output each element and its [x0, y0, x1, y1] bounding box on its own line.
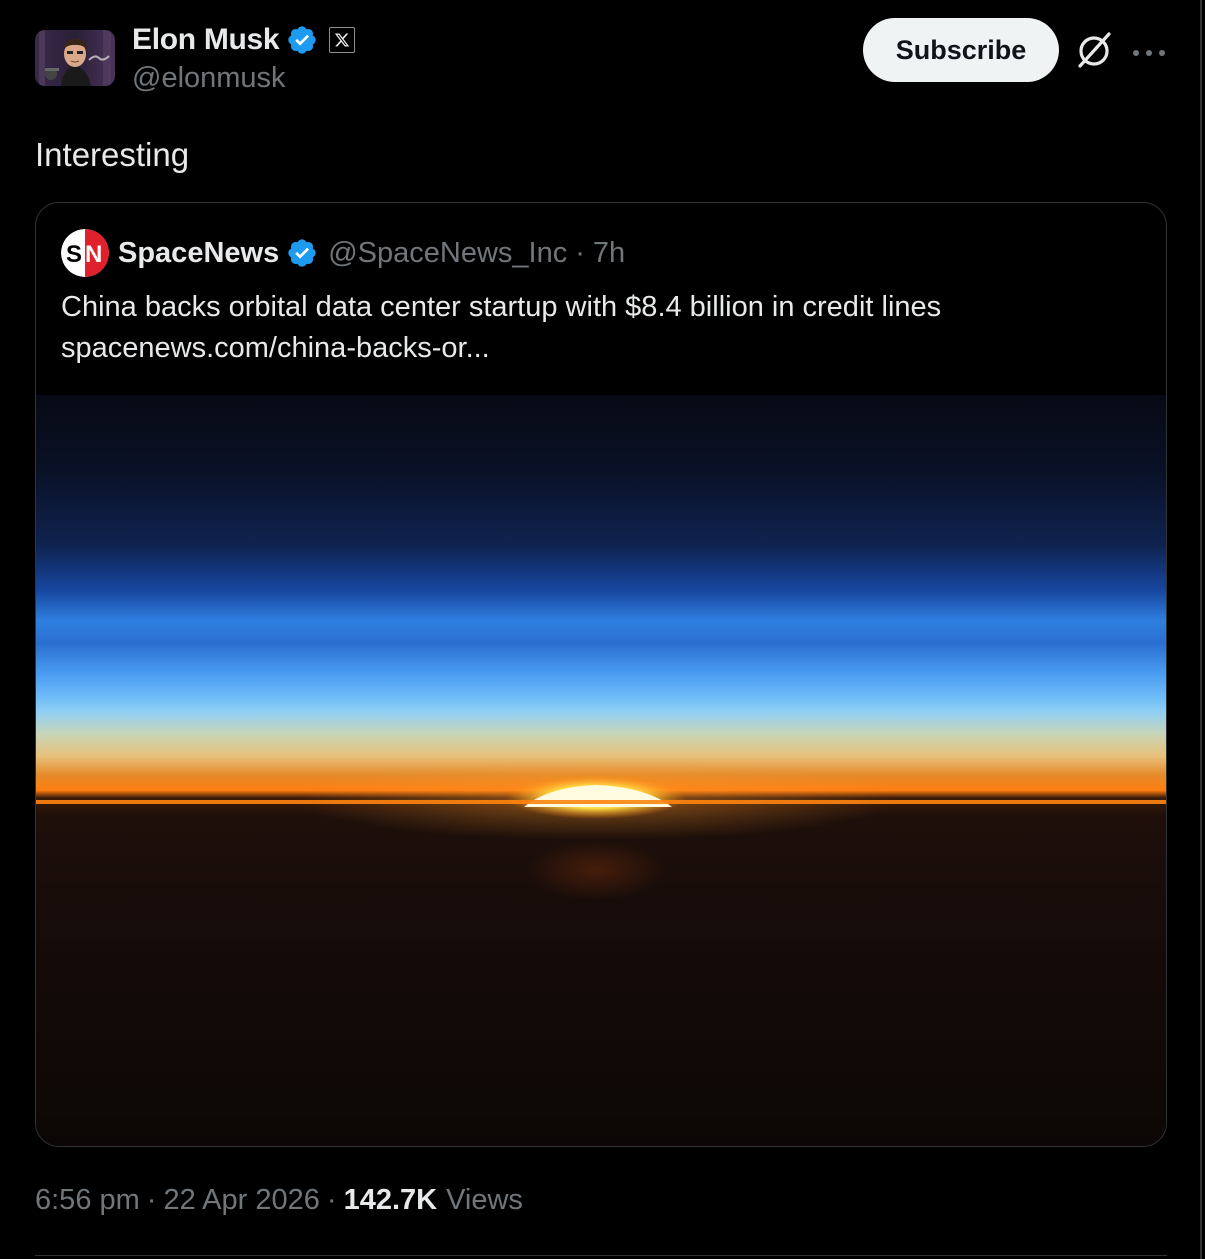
quoted-author-avatar[interactable]: S N [61, 229, 109, 277]
quoted-verified-badge-icon [286, 237, 318, 269]
author-avatar[interactable] [35, 30, 115, 86]
verified-badge-icon[interactable] [286, 24, 318, 56]
tweet-date[interactable]: 22 Apr 2026 [163, 1184, 319, 1217]
quoted-author-name[interactable]: SpaceNews [118, 237, 279, 270]
more-options-icon[interactable] [1132, 44, 1166, 56]
bottom-divider [35, 1255, 1167, 1256]
views-label: Views [446, 1184, 523, 1216]
views-count[interactable]: 142.7K [344, 1184, 438, 1217]
tweet-time[interactable]: 6:56 pm [35, 1184, 140, 1217]
quoted-tweet-link[interactable]: spacenews.com/china-backs-or... [61, 328, 1141, 369]
column-border [1200, 0, 1202, 1259]
svg-text:N: N [85, 241, 102, 268]
quoted-tweet-card[interactable]: S N SpaceNews @SpaceNews_Inc · 7h China … [35, 202, 1167, 1147]
quoted-tweet-headline: China backs orbital data center startup … [61, 291, 942, 323]
meta-separator: · [146, 1184, 157, 1216]
tweet-text: Interesting [35, 136, 190, 173]
quoted-tweet-time[interactable]: 7h [593, 237, 625, 270]
subscribe-button[interactable]: Subscribe [863, 18, 1059, 82]
author-name-row: Elon Musk [132, 20, 356, 60]
quoted-tweet-text: China backs orbital data center startup … [61, 287, 1141, 369]
author-handle[interactable]: @elonmusk [132, 62, 286, 95]
grok-icon[interactable] [1074, 30, 1114, 70]
affiliate-x-badge-icon[interactable] [329, 27, 356, 53]
quoted-header-separator: · [575, 236, 585, 269]
quoted-tweet-header: S N SpaceNews @SpaceNews_Inc · 7h [61, 229, 625, 277]
svg-text:S: S [66, 241, 82, 268]
meta-separator: · [326, 1184, 337, 1216]
quoted-tweet-image[interactable] [36, 395, 1166, 1146]
quoted-author-handle[interactable]: @SpaceNews_Inc [328, 237, 567, 270]
author-display-name[interactable]: Elon Musk [132, 23, 280, 57]
tweet-meta: 6:56 pm · 22 Apr 2026 · 142.7K Views [35, 1184, 523, 1217]
